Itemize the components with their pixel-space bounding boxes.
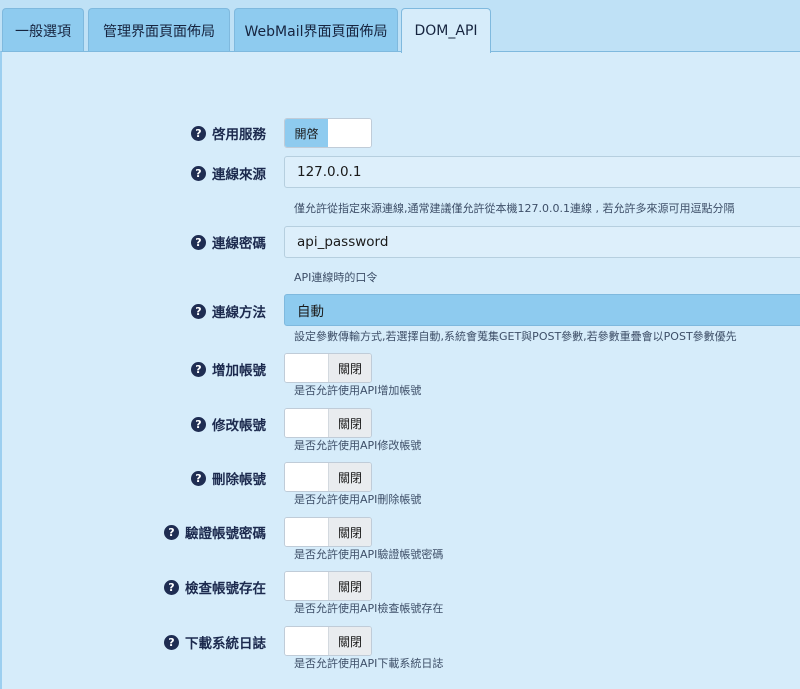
toggle-knob [285, 627, 328, 655]
modify-account-hint: 是否允許使用API修改帳號 [294, 439, 422, 452]
toggle-knob [285, 518, 328, 546]
modify-account-label: ? 修改帳號 [191, 410, 266, 438]
check-exists-label: ? 檢查帳號存在 [164, 573, 266, 601]
method-label: ? 連線方法 [191, 297, 266, 325]
enable-service-label: ? 啓用服務 [191, 119, 266, 147]
method-hint: 設定參數傳輸方式,若選擇自動,系統會蒐集GET與POST參數,若參數重疊會以PO… [294, 330, 737, 343]
help-icon[interactable]: ? [191, 416, 206, 432]
verify-password-toggle[interactable]: 關閉 [284, 517, 372, 547]
source-label-text: 連線來源 [212, 167, 266, 183]
delete-account-label-text: 刪除帳號 [212, 472, 266, 488]
verify-password-hint: 是否允許使用API驗證帳號密碼 [294, 548, 444, 561]
download-log-hint: 是否允許使用API下載系統日誌 [294, 657, 444, 670]
password-label: ? 連線密碼 [191, 228, 266, 256]
download-log-toggle[interactable]: 關閉 [284, 626, 372, 656]
help-icon[interactable]: ? [191, 361, 206, 377]
source-label: ? 連線來源 [191, 159, 266, 187]
toggle-knob [328, 119, 371, 147]
verify-password-label: ? 驗證帳號密碼 [164, 518, 266, 546]
modify-account-label-text: 修改帳號 [212, 418, 266, 434]
help-icon[interactable]: ? [164, 634, 179, 650]
add-account-label-text: 增加帳號 [212, 363, 266, 379]
toggle-knob [285, 572, 328, 600]
check-exists-hint: 是否允許使用API檢查帳號存在 [294, 602, 444, 615]
source-hint: 僅允許從指定來源連線,通常建議僅允許從本機127.0.0.1連線 , 若允許多來… [294, 202, 735, 215]
help-icon[interactable]: ? [191, 470, 206, 486]
help-icon[interactable]: ? [164, 579, 179, 595]
enable-service-toggle[interactable]: 開啓 [284, 118, 372, 148]
delete-account-toggle[interactable]: 關閉 [284, 462, 372, 492]
tab-bar: 一般選項 管理界面頁面佈局 WebMail界面頁面佈局 DOM_API [0, 0, 800, 53]
password-hint: API連線時的口令 [294, 271, 378, 284]
tab-webmail-layout[interactable]: WebMail界面頁面佈局 [234, 8, 398, 52]
help-icon[interactable]: ? [191, 125, 206, 141]
toggle-off-label: 關閉 [327, 409, 371, 437]
verify-password-label-text: 驗證帳號密碼 [185, 526, 266, 542]
dom-api-panel: ? 啓用服務 開啓 ? 連線來源 127.0.0.1 僅允許從指定來源連線,通常… [0, 51, 800, 689]
toggle-knob [285, 463, 328, 491]
check-exists-label-text: 檢查帳號存在 [185, 581, 266, 597]
modify-account-toggle[interactable]: 關閉 [284, 408, 372, 438]
delete-account-label: ? 刪除帳號 [191, 464, 266, 492]
help-icon[interactable]: ? [191, 165, 206, 181]
tab-admin-layout[interactable]: 管理界面頁面佈局 [88, 8, 230, 52]
add-account-hint: 是否允許使用API增加帳號 [294, 384, 422, 397]
add-account-label: ? 增加帳號 [191, 355, 266, 383]
toggle-on-label: 開啓 [285, 119, 328, 147]
password-input[interactable]: api_password [284, 226, 800, 258]
help-icon[interactable]: ? [191, 303, 206, 319]
help-icon[interactable]: ? [191, 234, 206, 250]
source-input[interactable]: 127.0.0.1 [284, 156, 800, 188]
delete-account-hint: 是否允許使用API刪除帳號 [294, 493, 422, 506]
password-label-text: 連線密碼 [212, 236, 266, 252]
download-log-label-text: 下載系統日誌 [185, 636, 266, 652]
toggle-knob [285, 354, 328, 382]
toggle-off-label: 關閉 [327, 354, 371, 382]
help-icon[interactable]: ? [164, 524, 179, 540]
toggle-off-label: 關閉 [327, 518, 371, 546]
method-select[interactable]: 自動 [284, 294, 800, 326]
toggle-knob [285, 409, 328, 437]
enable-service-label-text: 啓用服務 [212, 127, 266, 143]
check-exists-toggle[interactable]: 關閉 [284, 571, 372, 601]
toggle-off-label: 關閉 [327, 572, 371, 600]
toggle-off-label: 關閉 [327, 463, 371, 491]
tab-dom-api[interactable]: DOM_API [401, 8, 491, 53]
tab-general[interactable]: 一般選項 [2, 8, 84, 52]
method-label-text: 連線方法 [212, 305, 266, 321]
toggle-off-label: 關閉 [327, 627, 371, 655]
add-account-toggle[interactable]: 關閉 [284, 353, 372, 383]
download-log-label: ? 下載系統日誌 [164, 628, 266, 656]
